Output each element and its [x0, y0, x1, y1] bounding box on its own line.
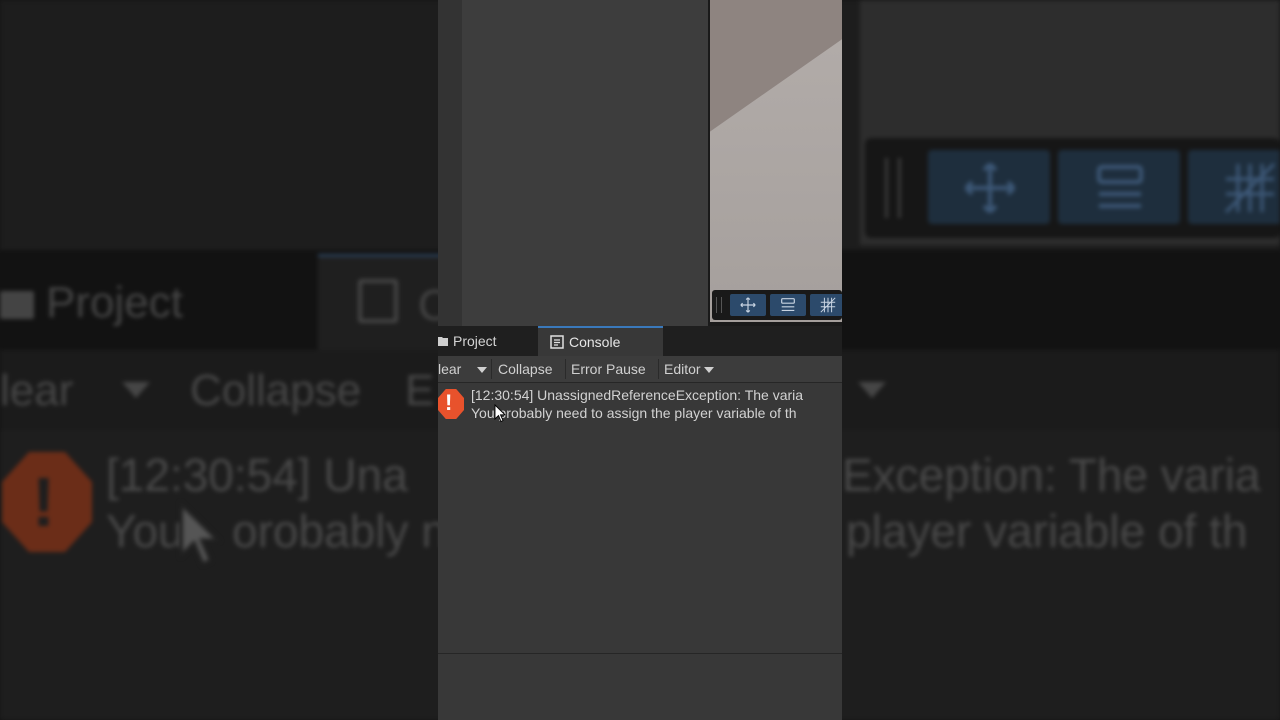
editor-dropdown-label: Editor — [664, 361, 701, 377]
console-toolbar: lear Collapse Error Pause Editor — [438, 356, 842, 383]
grid-tool-icon — [820, 297, 836, 313]
scene-overlay-toolbar — [712, 290, 842, 320]
error-icon: ! — [438, 389, 464, 419]
grid-tool-button[interactable] — [810, 294, 842, 316]
tab-project-label: Project — [453, 333, 497, 349]
bg-cursor-icon — [180, 501, 221, 566]
console-icon — [550, 335, 564, 349]
move-tool-button[interactable] — [730, 294, 766, 316]
settings-tool-button[interactable] — [770, 294, 806, 316]
bg-console-tab: C — [318, 254, 458, 353]
tab-project[interactable]: Project — [438, 326, 497, 356]
bg-grid-tool-icon — [1188, 150, 1280, 224]
toolbar-separator — [565, 359, 566, 379]
tab-console-label: Console — [569, 334, 621, 350]
bg-project-tab: Project — [0, 278, 183, 328]
log-message-line2: You probably need to assign the player v… — [471, 405, 797, 421]
move-tool-icon — [740, 297, 756, 313]
toolbar-separator — [491, 359, 492, 379]
cursor-icon — [494, 403, 507, 423]
clear-options-dropdown[interactable] — [474, 356, 487, 382]
scene-view-panel[interactable] — [708, 0, 842, 326]
scene-wall — [710, 0, 842, 132]
scene-viewport[interactable] — [710, 0, 842, 322]
toolbar-grip[interactable] — [716, 297, 722, 313]
bg-toolbar-grip — [885, 158, 901, 218]
clear-button[interactable]: lear — [438, 356, 461, 382]
hierarchy-panel[interactable] — [462, 0, 708, 326]
hierarchy-strip — [438, 0, 462, 326]
chevron-down-icon — [703, 367, 714, 374]
bg-error-icon: ! — [2, 452, 92, 552]
bg-editor-dropdown-caret — [858, 382, 886, 398]
collapse-button[interactable]: Collapse — [498, 356, 552, 382]
unity-editor-window: Project Console lear Collapse Error Paus… — [438, 0, 842, 720]
editor-dropdown[interactable]: Editor — [664, 356, 714, 382]
log-detail-pane[interactable] — [438, 654, 842, 720]
tab-console[interactable]: Console — [538, 326, 663, 356]
console-tab-bar: Project Console — [438, 326, 842, 356]
settings-tool-icon — [781, 298, 795, 311]
log-message-line1: [12:30:54] UnassignedReferenceException:… — [471, 387, 804, 403]
bg-settings-tool-icon — [1058, 150, 1180, 224]
bg-move-tool-icon — [928, 150, 1050, 224]
bg-clear-dropdown-caret — [122, 382, 150, 398]
toolbar-separator — [658, 359, 659, 379]
chevron-down-icon — [477, 367, 487, 374]
error-pause-button[interactable]: Error Pause — [571, 356, 646, 382]
folder-icon — [438, 337, 448, 346]
